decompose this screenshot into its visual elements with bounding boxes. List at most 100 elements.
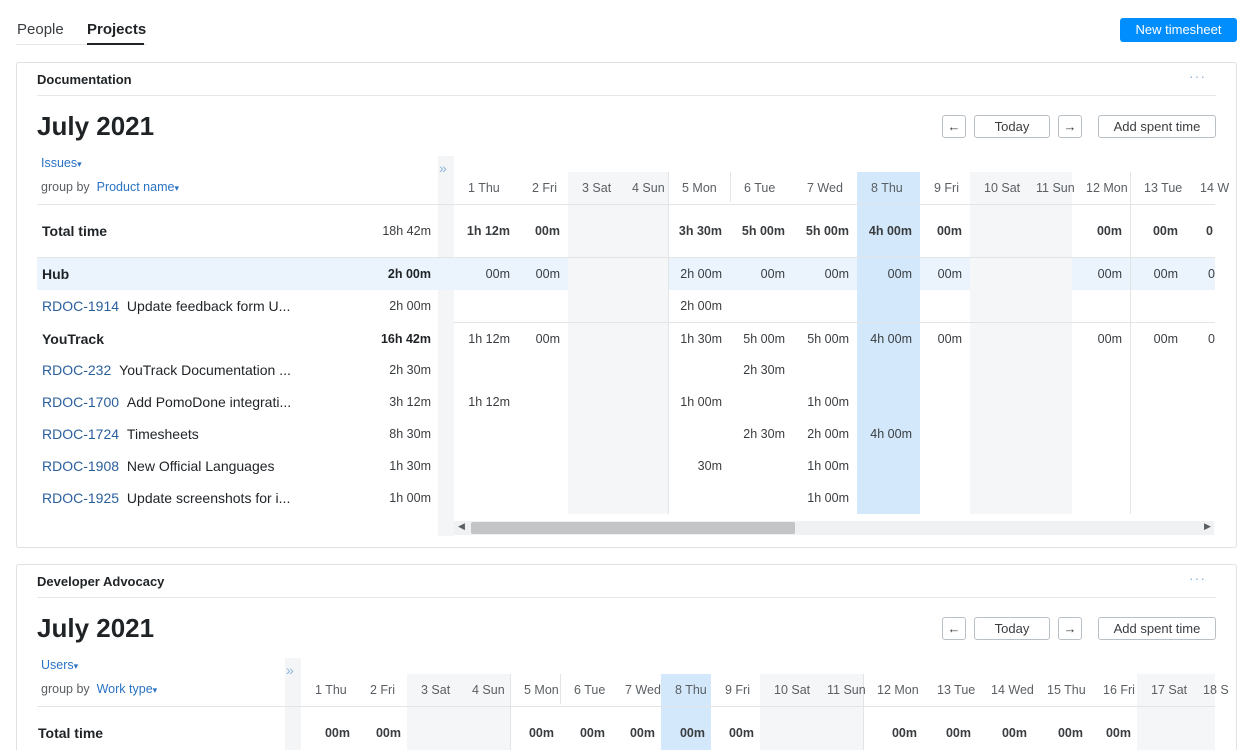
- day-cell-value[interactable]: 0: [1208, 332, 1215, 346]
- today-button[interactable]: Today: [974, 115, 1050, 138]
- day-cell-value[interactable]: 2h 00m: [793, 427, 849, 441]
- group-row-name: Hub: [42, 266, 69, 282]
- issue-row-name[interactable]: RDOC-232 YouTrack Documentation ...: [42, 362, 291, 378]
- issue-row-name[interactable]: RDOC-1914 Update feedback form U...: [42, 298, 290, 314]
- issue-id-link[interactable]: RDOC-1700: [42, 394, 119, 410]
- day-cell-value[interactable]: 2h 30m: [730, 427, 785, 441]
- column-separator: [730, 172, 731, 202]
- issue-id-link[interactable]: RDOC-1908: [42, 458, 119, 474]
- scroll-right-icon[interactable]: ▶: [1204, 521, 1211, 532]
- day-cell-value[interactable]: 5h 00m: [730, 332, 785, 346]
- day-header: 10 Sat: [774, 683, 811, 697]
- total-day-value: 00m: [1105, 726, 1131, 740]
- row-total: 2h 30m: [389, 363, 431, 377]
- developer-advocacy-card: Developer Advocacy ··· July 2021 ← Today…: [16, 564, 1237, 750]
- today-button[interactable]: Today: [974, 617, 1050, 640]
- row-title: YouTrack Documentation ...: [119, 362, 291, 378]
- issue-id-link[interactable]: RDOC-1914: [42, 298, 119, 314]
- row-total: 1h 30m: [389, 459, 431, 473]
- day-header: 13 Tue: [1144, 181, 1183, 195]
- day-cell-value[interactable]: 0: [1208, 267, 1215, 281]
- day-cell-value[interactable]: 1h 30m: [668, 332, 722, 346]
- day-cell-value[interactable]: 1h 00m: [793, 491, 849, 505]
- day-cell-value[interactable]: 1h 00m: [793, 459, 849, 473]
- add-spent-time-button[interactable]: Add spent time: [1098, 115, 1216, 138]
- add-spent-time-button[interactable]: Add spent time: [1098, 617, 1216, 640]
- day-cell-value[interactable]: 00m: [1130, 332, 1178, 346]
- scrollbar-thumb[interactable]: [471, 522, 795, 534]
- collapse-icon[interactable]: »: [439, 160, 447, 176]
- issues-filter-dropdown[interactable]: Issues▾: [41, 156, 82, 170]
- day-header: 11 Sun: [827, 683, 866, 697]
- day-cell-value[interactable]: 1h 00m: [668, 395, 722, 409]
- day-cell-value[interactable]: 00m: [1072, 267, 1122, 281]
- collapse-icon[interactable]: »: [286, 662, 294, 678]
- weekend-column: [1022, 172, 1072, 514]
- day-header: 7 Wed: [625, 683, 661, 697]
- next-period-button[interactable]: →: [1058, 617, 1082, 640]
- group-divider: [454, 322, 1215, 323]
- day-cell-value[interactable]: 5h 00m: [793, 332, 849, 346]
- group-by-label: group by: [41, 180, 90, 194]
- card-menu-icon[interactable]: ···: [1189, 68, 1206, 84]
- group-by-dropdown[interactable]: Work type: [97, 682, 153, 696]
- day-cell-value[interactable]: 00m: [1130, 267, 1178, 281]
- day-cell-value[interactable]: 2h 30m: [730, 363, 785, 377]
- day-cell-value[interactable]: 1h 12m: [454, 332, 510, 346]
- issue-row-name[interactable]: RDOC-1908 New Official Languages: [42, 458, 275, 474]
- next-period-button[interactable]: →: [1058, 115, 1082, 138]
- prev-period-button[interactable]: ←: [942, 617, 966, 640]
- chevron-down-icon: ▾: [73, 661, 79, 671]
- prev-period-button[interactable]: ←: [942, 115, 966, 138]
- day-cell-value[interactable]: 1h 00m: [793, 395, 849, 409]
- day-cell-value[interactable]: 00m: [454, 267, 510, 281]
- day-header: 11 Sun: [1036, 181, 1075, 195]
- card-title: Developer Advocacy: [37, 574, 165, 589]
- row-title: Hub: [42, 266, 70, 282]
- total-time-label: Total time: [38, 725, 104, 741]
- day-cell-value[interactable]: 00m: [793, 267, 849, 281]
- day-header: 4 Sun: [472, 683, 505, 697]
- issue-row-name[interactable]: RDOC-1724 Timesheets: [42, 426, 199, 442]
- issue-id-link[interactable]: RDOC-1925: [42, 490, 119, 506]
- day-header: 3 Sat: [421, 683, 451, 697]
- total-day-value: 5h 00m: [741, 224, 785, 238]
- day-cell-value[interactable]: 00m: [920, 332, 962, 346]
- day-cell-value[interactable]: 00m: [920, 267, 962, 281]
- total-day-value: 00m: [534, 224, 560, 238]
- day-cell-value[interactable]: 4h 00m: [857, 427, 912, 441]
- tab-people[interactable]: People: [17, 21, 64, 38]
- total-day-value: 00m: [324, 726, 350, 740]
- day-cell-value[interactable]: 00m: [518, 267, 560, 281]
- weekend-column: [618, 172, 668, 514]
- total-day-value: 00m: [375, 726, 401, 740]
- day-cell-value[interactable]: 30m: [668, 459, 722, 473]
- day-header: 1 Thu: [468, 181, 500, 195]
- row-title: YouTrack: [42, 331, 104, 347]
- issue-id-link[interactable]: RDOC-1724: [42, 426, 119, 442]
- day-cell-value[interactable]: 00m: [857, 267, 912, 281]
- day-cell-value[interactable]: 00m: [1072, 332, 1122, 346]
- day-cell-value[interactable]: 00m: [730, 267, 785, 281]
- day-cell-value[interactable]: 00m: [518, 332, 560, 346]
- scroll-left-icon[interactable]: ◀: [458, 521, 465, 532]
- issue-row-name[interactable]: RDOC-1700 Add PomoDone integrati...: [42, 394, 291, 410]
- issue-row-name[interactable]: RDOC-1925 Update screenshots for i...: [42, 490, 290, 506]
- day-header: 10 Sat: [984, 181, 1021, 195]
- collapse-panel-bar[interactable]: [438, 156, 454, 536]
- day-header: 2 Fri: [532, 181, 557, 195]
- day-cell-value[interactable]: 1h 12m: [454, 395, 510, 409]
- issue-id-link[interactable]: RDOC-232: [42, 362, 111, 378]
- day-cell-value[interactable]: 2h 00m: [668, 299, 722, 313]
- day-cell-value[interactable]: 2h 00m: [668, 267, 722, 281]
- day-header: 8 Thu: [871, 181, 903, 195]
- day-header: 14 W: [1200, 181, 1230, 195]
- new-timesheet-button[interactable]: New timesheet: [1120, 18, 1237, 42]
- row-title: Timesheets: [126, 426, 199, 442]
- users-filter-dropdown[interactable]: Users▾: [41, 658, 78, 672]
- card-menu-icon[interactable]: ···: [1189, 570, 1206, 586]
- tab-projects[interactable]: Projects: [87, 21, 146, 38]
- row-total: 1h 00m: [389, 491, 431, 505]
- group-by-dropdown[interactable]: Product name: [97, 180, 175, 194]
- day-cell-value[interactable]: 4h 00m: [857, 332, 912, 346]
